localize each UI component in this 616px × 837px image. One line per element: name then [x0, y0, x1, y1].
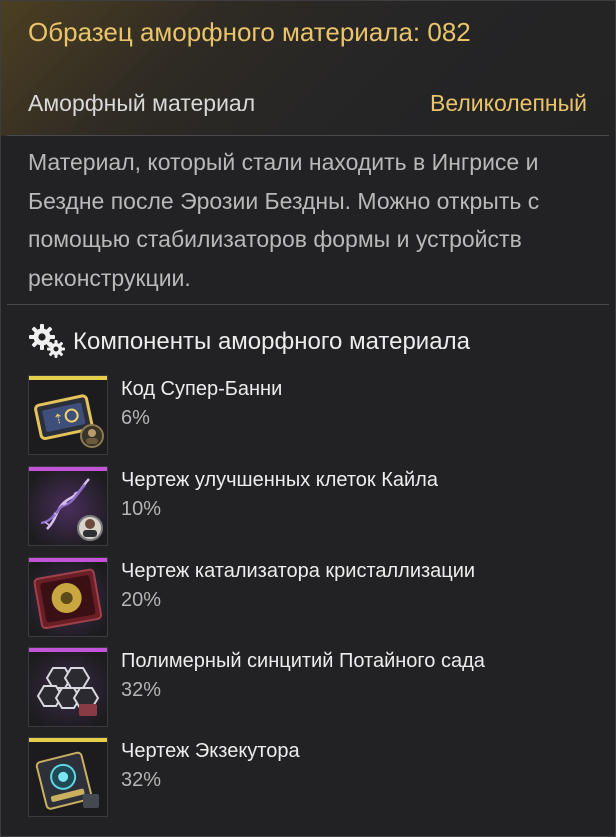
component-chance: 20% [121, 589, 162, 611]
component-item[interactable]: ⇡ Код Супер-Банни 6% [28, 375, 588, 457]
component-item[interactable]: Полимерный синцитий Потайного сада 32% [28, 647, 588, 729]
component-thumbnail [28, 466, 108, 546]
component-item[interactable]: Чертеж Экзекутора 32% [28, 737, 588, 819]
component-item[interactable]: Чертеж улучшенных клеток Кайла 10% [28, 466, 588, 548]
item-tooltip: Образец аморфного материала: 082 Аморфны… [0, 0, 616, 837]
component-thumbnail: ⇡ [28, 375, 108, 455]
item-description: Материал, который стали находить в Ингри… [28, 149, 540, 291]
item-rarity: Великолепный [430, 90, 587, 116]
component-chance: 6% [121, 407, 150, 429]
component-chance: 10% [121, 498, 162, 520]
executor-device-icon [29, 742, 107, 816]
item-title: Образец аморфного материала: 082 [28, 17, 471, 47]
component-chance: 32% [121, 679, 162, 701]
tooltip-header: Образец аморфного материала: 082 Аморфны… [1, 1, 615, 136]
gears-icon [29, 324, 65, 358]
component-thumbnail [28, 557, 108, 637]
components-title: Компоненты аморфного материала [73, 328, 470, 355]
component-thumbnail [28, 737, 108, 817]
component-name: Код Супер-Банни [121, 378, 283, 400]
component-name: Чертеж Экзекутора [121, 740, 300, 762]
component-thumbnail [28, 647, 108, 727]
hex-tray-icon [29, 652, 107, 726]
component-item[interactable]: Чертеж катализатора кристаллизации 20% [28, 557, 588, 639]
catalyst-case-icon [29, 562, 107, 636]
gold-card-icon: ⇡ [29, 380, 107, 454]
section-divider [7, 304, 609, 305]
component-name: Полимерный синцитий Потайного сада [121, 650, 485, 672]
dna-helix-icon [29, 471, 107, 545]
component-name: Чертеж катализатора кристаллизации [121, 560, 476, 582]
components-header: Компоненты аморфного материала [28, 323, 588, 359]
component-name: Чертеж улучшенных клеток Кайла [121, 469, 438, 491]
item-type: Аморфный материал [28, 90, 256, 116]
component-chance: 32% [121, 769, 162, 791]
